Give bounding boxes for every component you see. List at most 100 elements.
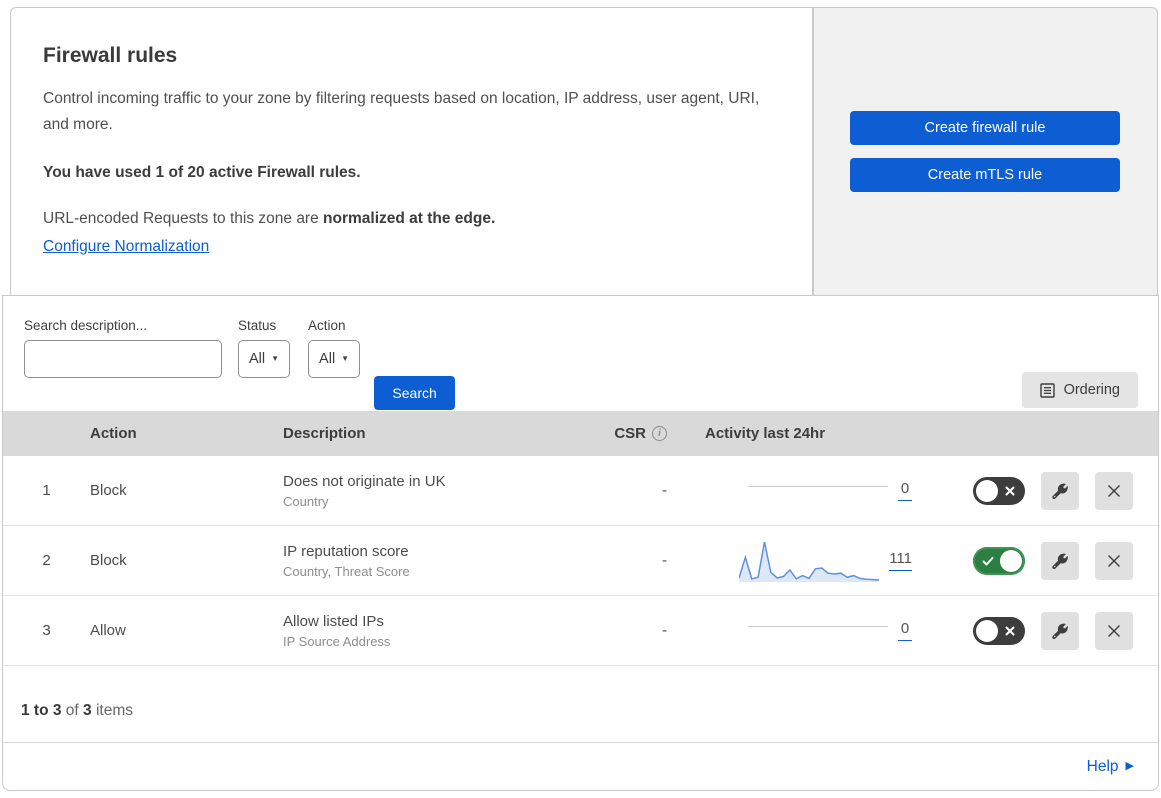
normalization-note: URL-encoded Requests to this zone are no… — [43, 210, 772, 228]
chevron-down-icon: ▼ — [271, 354, 280, 363]
items-of: of — [65, 702, 79, 719]
rule-controls — [926, 611, 1158, 650]
usage-summary: You have used 1 of 20 active Firewall ru… — [43, 164, 361, 181]
status-dropdown[interactable]: All ▼ — [238, 340, 291, 378]
activity-sparkline-empty — [748, 626, 888, 627]
configure-rule-button[interactable] — [1041, 541, 1079, 580]
action-panel: Create firewall rule Create mTLS rule — [813, 7, 1158, 295]
rule-description: Allow listed IPs — [283, 612, 384, 630]
status-label: Status — [238, 318, 277, 333]
rule-csr-value: - — [662, 622, 667, 639]
action-dropdown-value: All — [319, 351, 336, 367]
ordering-button[interactable]: Ordering — [1021, 372, 1138, 408]
action-label: Action — [308, 318, 346, 333]
table-row: 3 Allow Allow listed IPs IP Source Addre… — [3, 596, 1158, 666]
items-total: 3 — [83, 702, 92, 719]
wrench-icon — [1052, 483, 1068, 499]
x-icon — [1005, 626, 1015, 635]
close-icon — [1108, 554, 1120, 567]
rule-controls — [926, 541, 1158, 580]
rule-action: Block — [90, 482, 127, 499]
rule-activity-cell: 111 — [675, 538, 926, 584]
configure-rule-button[interactable] — [1041, 611, 1079, 650]
rule-priority: 2 — [42, 552, 51, 569]
rule-controls — [926, 471, 1158, 510]
table-row: 1 Block Does not originate in UK Country… — [3, 456, 1158, 526]
create-firewall-rule-button[interactable]: Create firewall rule — [850, 111, 1120, 145]
items-word: items — [95, 702, 134, 719]
search-input-box[interactable] — [24, 340, 225, 378]
rule-csr-value: - — [662, 482, 667, 499]
search-button[interactable]: Search — [374, 376, 456, 410]
header-action: Action — [90, 425, 137, 442]
rule-description-cell: Allow listed IPs IP Source Address — [283, 613, 580, 649]
firewall-rules-table: Action Description CSR i Activity last 2… — [3, 411, 1158, 666]
activity-count-link[interactable]: 111 — [889, 550, 912, 571]
rule-fields: Country, Threat Score — [283, 563, 410, 579]
rule-priority: 3 — [42, 622, 51, 639]
ordered-list-icon — [1039, 382, 1055, 398]
rule-description: IP reputation score — [283, 542, 409, 560]
search-input[interactable] — [44, 341, 225, 377]
arrow-right-icon: ▶ — [1125, 760, 1134, 772]
rule-fields: IP Source Address — [283, 633, 391, 649]
info-icon[interactable]: i — [652, 426, 667, 441]
rule-priority: 1 — [42, 482, 51, 499]
action-dropdown[interactable]: All ▼ — [308, 340, 361, 378]
rule-fields: Country — [283, 493, 329, 509]
configure-rule-button[interactable] — [1041, 471, 1079, 510]
x-icon — [1005, 486, 1015, 495]
wrench-icon — [1052, 623, 1068, 639]
header-csr: CSR i — [580, 425, 675, 442]
rule-description: Does not originate in UK — [283, 472, 446, 490]
help-link[interactable]: Help ▶ — [1087, 758, 1134, 776]
header-csr-label: CSR — [614, 425, 646, 442]
rule-action: Allow — [90, 622, 126, 639]
activity-count-link[interactable]: 0 — [898, 480, 912, 501]
rule-csr-value: - — [662, 552, 667, 569]
chevron-down-icon: ▼ — [341, 354, 350, 363]
activity-count-link[interactable]: 0 — [898, 620, 912, 641]
rule-enabled-toggle[interactable] — [973, 476, 1025, 505]
items-count: 1 to 3 of 3 items — [3, 672, 1158, 743]
activity-sparkline-empty — [748, 486, 888, 487]
top-section: Firewall rules Control incoming traffic … — [10, 7, 1158, 295]
table-row: 2 Block IP reputation score Country, Thr… — [3, 526, 1158, 596]
rules-list-card: Search description... Status All ▼ Actio… — [2, 295, 1159, 791]
table-header-row: Action Description CSR i Activity last 2… — [3, 411, 1158, 456]
close-icon — [1108, 624, 1120, 637]
firewall-rules-page: Firewall rules Control incoming traffic … — [0, 7, 1161, 798]
delete-rule-button[interactable] — [1095, 541, 1133, 580]
header-activity: Activity last 24hr — [705, 425, 826, 442]
activity-sparkline — [739, 538, 880, 584]
configure-normalization-link[interactable]: Configure Normalization — [43, 238, 209, 256]
close-icon — [1108, 484, 1120, 497]
ordering-button-label: Ordering — [1063, 382, 1120, 398]
toggle-knob — [1000, 549, 1022, 572]
help-label: Help — [1086, 757, 1119, 775]
help-row: Help ▶ — [3, 743, 1158, 790]
toggle-knob — [976, 619, 998, 642]
rule-enabled-toggle[interactable] — [973, 616, 1025, 645]
normalization-text: URL-encoded Requests to this zone are — [43, 210, 324, 227]
filter-bar: Search description... Status All ▼ Actio… — [3, 296, 1158, 411]
search-label: Search description... — [24, 318, 148, 333]
create-mtls-rule-button[interactable]: Create mTLS rule — [850, 158, 1120, 192]
rule-description-cell: IP reputation score Country, Threat Scor… — [283, 543, 580, 579]
wrench-icon — [1052, 553, 1068, 569]
delete-rule-button[interactable] — [1095, 611, 1133, 650]
rule-activity-cell: 0 — [675, 620, 926, 641]
rule-description-cell: Does not originate in UK Country — [283, 473, 580, 509]
check-icon — [982, 556, 994, 565]
search-group: Search description... — [24, 318, 225, 378]
intro-card: Firewall rules Control incoming traffic … — [10, 7, 813, 295]
normalization-bold: normalized at the edge. — [323, 210, 496, 227]
status-dropdown-value: All — [249, 351, 266, 367]
delete-rule-button[interactable] — [1095, 471, 1133, 510]
status-filter-group: Status All ▼ — [238, 318, 291, 378]
toggle-knob — [976, 479, 998, 502]
page-description: Control incoming traffic to your zone by… — [43, 90, 760, 133]
rule-activity-cell: 0 — [675, 480, 926, 501]
header-description: Description — [283, 425, 366, 442]
rule-enabled-toggle[interactable] — [973, 546, 1025, 575]
